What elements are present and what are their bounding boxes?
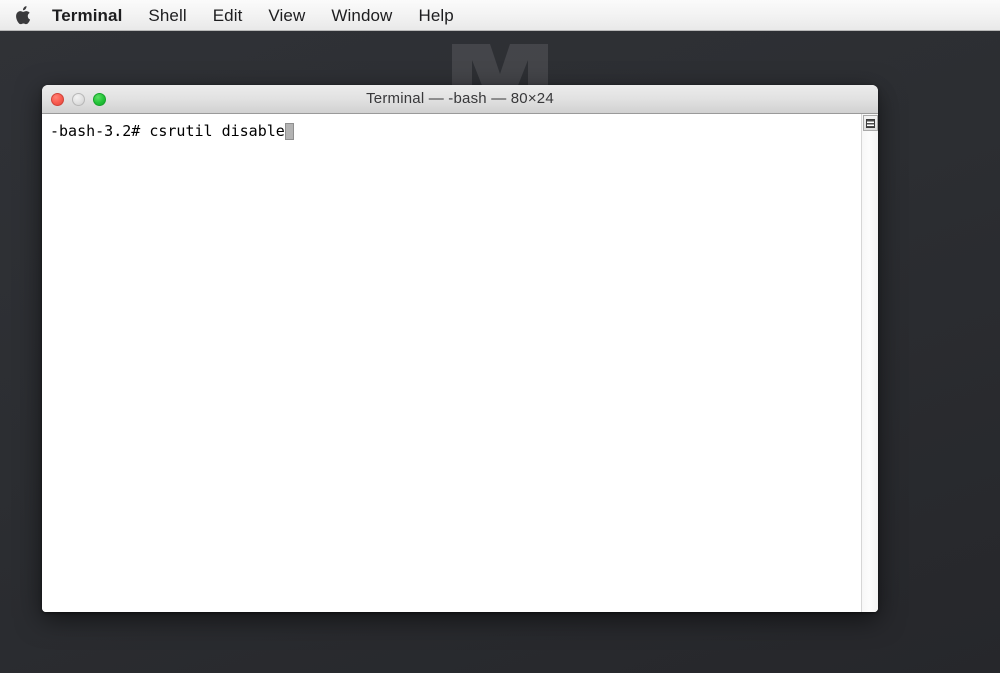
terminal-content[interactable]: -bash-3.2# csrutil disable (42, 114, 878, 612)
window-controls (42, 92, 106, 106)
terminal-window[interactable]: Terminal — -bash — 80×24 -bash-3.2# csru… (42, 85, 878, 612)
close-button[interactable] (51, 92, 64, 106)
terminal-line: -bash-3.2# csrutil disable (50, 122, 861, 140)
menu-item-edit[interactable]: Edit (200, 1, 256, 30)
scrollbar-thumb[interactable] (863, 115, 878, 131)
apple-logo-icon[interactable] (12, 2, 34, 28)
window-title: Terminal — -bash — 80×24 (366, 90, 554, 107)
scrollbar-grip-icon (866, 118, 875, 128)
menu-item-terminal[interactable]: Terminal (48, 1, 135, 30)
block-cursor (284, 122, 294, 140)
terminal-command: csrutil disable (149, 122, 285, 140)
zoom-button[interactable] (93, 92, 106, 106)
menu-item-help[interactable]: Help (405, 1, 466, 30)
window-titlebar[interactable]: Terminal — -bash — 80×24 (42, 85, 878, 114)
terminal-scrollbar[interactable] (861, 114, 878, 612)
terminal-text-area[interactable]: -bash-3.2# csrutil disable (42, 114, 861, 612)
menu-item-view[interactable]: View (255, 1, 318, 30)
terminal-prompt: -bash-3.2# (50, 122, 150, 140)
minimize-button[interactable] (72, 92, 85, 106)
menu-item-window[interactable]: Window (318, 1, 405, 30)
menu-bar: Terminal Shell Edit View Window Help (0, 0, 1000, 31)
menu-item-shell[interactable]: Shell (135, 1, 199, 30)
